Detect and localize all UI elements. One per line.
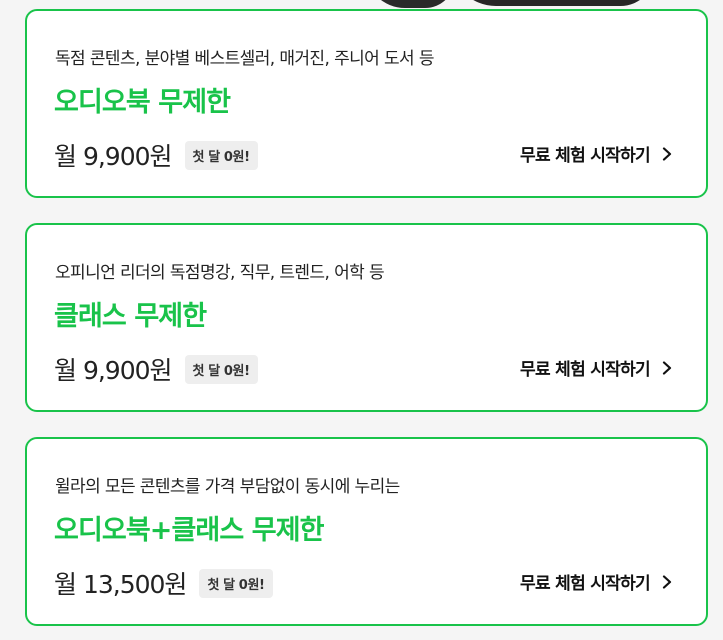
plan-subtitle: 독점 콘텐츠, 분야별 베스트셀러, 매거진, 주니어 도서 등 — [55, 49, 435, 69]
price-row: 월 9,900원 첫 달 0원! — [54, 351, 258, 387]
plan-card-class[interactable]: 오피니언 리더의 독점명강, 직무, 트렌드, 어학 등 클래스 무제한 월 9… — [25, 223, 708, 412]
hero-image-partial — [365, 0, 655, 8]
hero-image-shape-right — [450, 0, 655, 6]
first-month-badge: 첫 달 0원! — [184, 140, 258, 170]
start-trial-label: 무료 체험 시작하기 — [520, 146, 651, 166]
plan-name: 클래스 무제한 — [54, 301, 207, 332]
start-trial-label: 무료 체험 시작하기 — [520, 574, 651, 594]
plan-subtitle: 윌라의 모든 콘텐츠를 가격 부담없이 동시에 누리는 — [55, 477, 400, 497]
start-trial-button[interactable]: 무료 체험 시작하기 — [520, 355, 674, 380]
first-month-badge: 첫 달 0원! — [184, 354, 258, 384]
chevron-right-icon — [662, 574, 672, 589]
price-row: 월 13,500원 첫 달 0원! — [54, 565, 273, 601]
plan-price: 월 9,900원 — [54, 356, 173, 385]
plan-price: 월 13,500원 — [54, 570, 187, 599]
plan-card-audiobook-class[interactable]: 윌라의 모든 콘텐츠를 가격 부담없이 동시에 누리는 오디오북+클래스 무제한… — [25, 437, 708, 626]
plan-name: 오디오북 무제한 — [54, 87, 231, 118]
price-row: 월 9,900원 첫 달 0원! — [54, 137, 258, 173]
chevron-right-icon — [662, 146, 672, 161]
start-trial-button[interactable]: 무료 체험 시작하기 — [520, 569, 674, 594]
start-trial-label: 무료 체험 시작하기 — [520, 360, 651, 380]
plan-card-audiobook[interactable]: 독점 콘텐츠, 분야별 베스트셀러, 매거진, 주니어 도서 등 오디오북 무제… — [25, 9, 708, 198]
hero-image-shape-left — [365, 0, 455, 8]
start-trial-button[interactable]: 무료 체험 시작하기 — [520, 141, 674, 166]
plan-name: 오디오북+클래스 무제한 — [54, 515, 325, 546]
chevron-right-icon — [662, 360, 672, 375]
plan-subtitle: 오피니언 리더의 독점명강, 직무, 트렌드, 어학 등 — [55, 263, 385, 283]
hero-image-gap — [453, 0, 457, 8]
first-month-badge: 첫 달 0원! — [199, 568, 273, 598]
plan-price: 월 9,900원 — [54, 142, 173, 171]
